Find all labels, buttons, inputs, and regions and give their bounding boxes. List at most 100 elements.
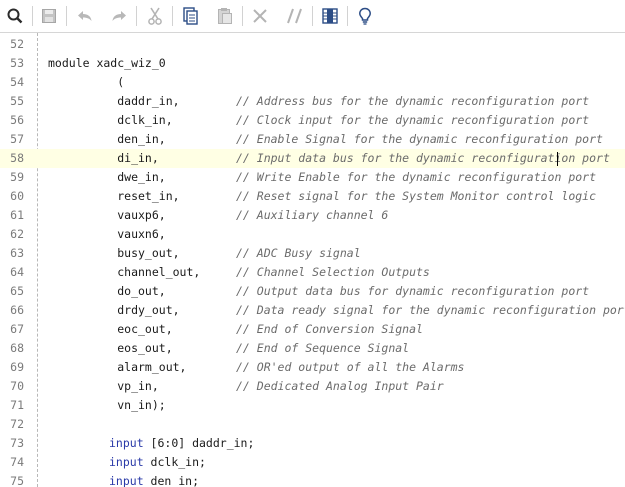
- redo-icon[interactable]: [108, 5, 130, 27]
- copy-icon[interactable]: [179, 5, 201, 27]
- code-rest: dclk_in;: [143, 455, 206, 469]
- code-comment: // OR'ed output of all the Alarms: [236, 360, 465, 374]
- code-line[interactable]: 73 input [6:0] daddr_in;: [0, 434, 625, 453]
- comment-icon[interactable]: [284, 5, 306, 27]
- code-comment: // Input data bus for the dynamic reconf…: [236, 151, 610, 165]
- code-text: vauxp6,: [48, 208, 166, 222]
- code-line[interactable]: 60 reset_in, // Reset signal for the Syst…: [0, 187, 625, 206]
- code-line[interactable]: 66 drdy_out, // Data ready signal for the…: [0, 301, 625, 320]
- code-editor[interactable]: 52 53 module xadc_wiz_0 54 (55 daddr_in,// …: [0, 33, 625, 487]
- line-number: 74: [10, 455, 24, 469]
- code-comment: // End of Conversion Signal: [236, 322, 423, 336]
- code-line[interactable]: 57 den_in, // Enable Signal for the dynam…: [0, 130, 625, 149]
- undo-icon[interactable]: [74, 5, 96, 27]
- code-text: busy_out,: [48, 246, 180, 260]
- line-number: 52: [10, 37, 24, 51]
- code-text: drdy_out,: [48, 303, 180, 317]
- code-comment: // Enable Signal for the dynamic reconfi…: [236, 132, 603, 146]
- code-comment: // Clock input for the dynamic reconfigu…: [236, 113, 590, 127]
- code-line[interactable]: 61 vauxp6, // Auxiliary channel 6: [0, 206, 625, 225]
- line-number: 63: [10, 246, 24, 260]
- line-number: 67: [10, 322, 24, 336]
- text-caret: [557, 152, 558, 166]
- line-number: 71: [10, 398, 24, 412]
- code-line[interactable]: 53 module xadc_wiz_0: [0, 54, 625, 73]
- save-icon[interactable]: [38, 5, 60, 27]
- code-rest: [6:0] daddr_in;: [143, 436, 255, 450]
- code-comment: // Auxiliary channel 6: [236, 208, 389, 222]
- line-number: 64: [10, 265, 24, 279]
- toolbar-separator: [172, 6, 173, 26]
- keyword-text: input: [109, 474, 144, 487]
- line-number: 58: [10, 151, 24, 165]
- line-number: 62: [10, 227, 24, 241]
- line-number: 56: [10, 113, 24, 127]
- line-number: 53: [10, 56, 24, 70]
- code-line[interactable]: 68 eos_out, // End of Sequence Signal: [0, 339, 625, 358]
- code-text: input den_in;: [48, 474, 199, 487]
- delete-icon[interactable]: [249, 5, 271, 27]
- code-line[interactable]: 52: [0, 35, 625, 54]
- hint-icon[interactable]: [354, 5, 376, 27]
- code-line[interactable]: 75 input den_in;: [0, 472, 625, 487]
- code-text: daddr_in,: [48, 94, 180, 108]
- code-text: vp_in,: [48, 379, 159, 393]
- line-number: 68: [10, 341, 24, 355]
- code-line[interactable]: 55 daddr_in, // Address bus for the dynam…: [0, 92, 625, 111]
- code-text: dclk_in,: [48, 113, 173, 127]
- toolbar-separator: [32, 6, 33, 26]
- code-text: alarm_out,: [48, 360, 187, 374]
- code-line[interactable]: 64 channel_out, // Channel Selection Outp…: [0, 263, 625, 282]
- toolbar-separator: [66, 6, 67, 26]
- code-text: reset_in,: [48, 189, 180, 203]
- code-text: module xadc_wiz_0: [48, 56, 166, 70]
- code-text: vauxn6,: [48, 227, 166, 241]
- code-comment: // End of Sequence Signal: [236, 341, 410, 355]
- code-line[interactable]: 72: [0, 415, 625, 434]
- toolbar-separator: [136, 6, 137, 26]
- code-text: dwe_in,: [48, 170, 166, 184]
- code-comment: // Channel Selection Outputs: [236, 265, 430, 279]
- code-line[interactable]: 65 do_out, // Output data bus for dynamic…: [0, 282, 625, 301]
- code-line[interactable]: 63 busy_out, // ADC Busy signal: [0, 244, 625, 263]
- line-number: 55: [10, 94, 24, 108]
- line-number: 57: [10, 132, 24, 146]
- code-line[interactable]: 71 vn_in);: [0, 396, 625, 415]
- code-comment: // Dedicated Analog Input Pair: [236, 379, 444, 393]
- editor-toolbar: [0, 0, 625, 33]
- line-number: 60: [10, 189, 24, 203]
- line-number: 66: [10, 303, 24, 317]
- line-number: 75: [10, 474, 24, 487]
- toolbar-separator: [347, 6, 348, 26]
- code-line[interactable]: 67 eoc_out, // End of Conversion Signal: [0, 320, 625, 339]
- code-text: channel_out,: [48, 265, 201, 279]
- code-comment: // Write Enable for the dynamic reconfig…: [236, 170, 597, 184]
- code-text: di_in,: [48, 151, 159, 165]
- toolbar-separator: [312, 6, 313, 26]
- toolbar-separator: [242, 6, 243, 26]
- keyword-text: input: [109, 455, 144, 469]
- code-comment: // Data ready signal for the dynamic rec…: [236, 303, 625, 317]
- code-line[interactable]: 59 dwe_in, // Write Enable for the dynami…: [0, 168, 625, 187]
- code-rest: den_in;: [143, 474, 200, 487]
- paste-icon[interactable]: [214, 5, 236, 27]
- line-number: 72: [10, 417, 24, 431]
- code-comment: // Reset signal for the System Monitor c…: [236, 189, 597, 203]
- code-line[interactable]: 62 vauxn6,: [0, 225, 625, 244]
- column-select-icon[interactable]: [319, 5, 341, 27]
- code-text: eos_out,: [48, 341, 173, 355]
- code-text: den_in,: [48, 132, 166, 146]
- current-code-line[interactable]: 58 di_in, // Input data bus for the dynam…: [0, 149, 625, 168]
- code-line[interactable]: 54 (: [0, 73, 625, 92]
- search-icon[interactable]: [4, 5, 26, 27]
- code-text: do_out,: [48, 284, 166, 298]
- line-number: 70: [10, 379, 24, 393]
- code-line[interactable]: 69 alarm_out, // OR'ed output of all the …: [0, 358, 625, 377]
- code-line[interactable]: 74 input dclk_in;: [0, 453, 625, 472]
- code-line[interactable]: 70 vp_in, // Dedicated Analog Input Pair: [0, 377, 625, 396]
- cut-icon[interactable]: [144, 5, 166, 27]
- keyword-text: input: [109, 436, 144, 450]
- code-line[interactable]: 56 dclk_in, // Clock input for the dynami…: [0, 111, 625, 130]
- code-text: vn_in);: [48, 398, 166, 412]
- line-number: 69: [10, 360, 24, 374]
